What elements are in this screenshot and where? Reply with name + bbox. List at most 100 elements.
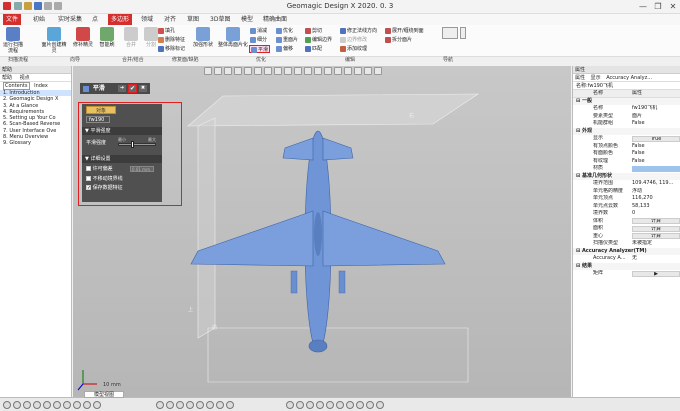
property-row[interactable]: 扫描仪类型 未被指定 (573, 240, 680, 248)
property-row[interactable]: 名称 fw190飞机 (573, 105, 680, 113)
snap-icon[interactable] (286, 401, 294, 409)
tab-index[interactable]: Index (34, 83, 48, 89)
property-value[interactable]: False (632, 143, 680, 151)
grid-icon[interactable] (346, 401, 354, 409)
fill-holes-button[interactable]: 填孔 (158, 27, 175, 35)
property-value[interactable]: 0 (632, 210, 680, 218)
tab-3d-sketch[interactable]: 3D草图 (207, 14, 233, 25)
property-value[interactable]: 58,133 (632, 203, 680, 211)
match-button[interactable]: 匹配 (305, 45, 322, 53)
property-value[interactable]: 116,270 (632, 195, 680, 203)
option-keep-features[interactable]: ✓ 保存数据特征 (86, 184, 158, 192)
property-value[interactable]: fw190飞机 (632, 105, 680, 113)
decimate-button[interactable]: 消减 (250, 27, 267, 35)
lock-icon[interactable] (316, 401, 324, 409)
edit-boundary-button[interactable]: 编辑边界 (305, 36, 332, 44)
property-value[interactable]: False (632, 150, 680, 158)
property-row[interactable]: 要素类型 面片 (573, 113, 680, 121)
select-through-icon[interactable] (83, 401, 91, 409)
select-lasso-icon[interactable] (33, 401, 41, 409)
tab-polygon[interactable]: 多边形 (108, 14, 133, 25)
light-icon[interactable] (306, 401, 314, 409)
property-section[interactable]: ⊟ 结果 (573, 262, 680, 270)
select-brush-icon[interactable] (53, 401, 61, 409)
property-value[interactable]: 计算 (632, 233, 680, 239)
tab-properties[interactable]: 属性 (575, 75, 585, 81)
remove-feature-button[interactable]: 删除特征 (158, 36, 185, 44)
property-row[interactable]: 境界范围 109.4746, 119... (573, 180, 680, 188)
tab-live-capture[interactable]: 实时采集 (55, 14, 85, 25)
property-row[interactable]: 单元顶点 116,270 (573, 195, 680, 203)
tab-sketch[interactable]: 草图 (184, 14, 202, 25)
filter-edge-icon[interactable] (216, 401, 224, 409)
option-allow-deviation[interactable]: 许可偏差 0.01 mm (86, 165, 158, 173)
select-mode-icon[interactable] (3, 401, 11, 409)
subdivide-button[interactable]: 细分 (250, 36, 267, 44)
property-row[interactable]: 单元点云数 58,133 (573, 203, 680, 211)
property-value[interactable]: 浮动 (632, 188, 680, 196)
add-texture-button[interactable]: 添加纹理 (340, 45, 367, 53)
property-row[interactable]: 有纹理 False (573, 158, 680, 166)
property-value[interactable]: 计算 (632, 225, 680, 232)
tab-point[interactable]: 点 (89, 14, 101, 25)
property-value[interactable]: 计算 (632, 218, 680, 224)
tab-contents[interactable]: Contents (3, 82, 30, 90)
merge-button[interactable]: 合并 (120, 27, 142, 48)
help-icon[interactable] (326, 401, 334, 409)
optimize-button[interactable]: 优化 (276, 27, 293, 35)
tab-exact-surface[interactable]: 精确曲面 (260, 14, 290, 25)
smooth-button[interactable]: 平滑 (249, 45, 271, 53)
mesh-wizard-button[interactable]: 面片创建精灵 (40, 27, 68, 54)
offset-button[interactable]: 偏移 (276, 45, 293, 53)
filter-face-icon[interactable] (206, 401, 214, 409)
target-value[interactable]: fw190飞机 (86, 116, 110, 123)
navigation-arrow-icon[interactable] (460, 27, 466, 39)
tab-region[interactable]: 领域 (138, 14, 156, 25)
model-viewport[interactable]: 上 右 前 10 mm 平滑 ➜ ✔ ✖ 对象 fw190飞机 ▼ 平滑强度 平… (73, 66, 571, 397)
scale-icon[interactable] (356, 401, 364, 409)
checkbox-fix-boundary[interactable] (86, 176, 91, 181)
select-visible-icon[interactable] (93, 401, 101, 409)
select-poly-icon[interactable] (23, 401, 31, 409)
filter-points-icon[interactable] (156, 401, 164, 409)
property-row[interactable]: 显示 True (573, 135, 680, 143)
select-rect-icon[interactable] (13, 401, 21, 409)
property-value[interactable]: ▶ (632, 270, 680, 277)
split-mesh-button[interactable]: 拆分面片 (385, 36, 412, 44)
deviation-input[interactable]: 0.01 mm (130, 166, 154, 172)
tab-help[interactable]: 帮助 (2, 75, 12, 81)
smooth-slider-thumb[interactable] (131, 141, 135, 148)
property-section[interactable]: ⊟ 外观 (573, 127, 680, 135)
settings-icon[interactable] (376, 401, 384, 409)
run-scan-flow-button[interactable]: 运行扫描流程 (2, 27, 24, 54)
model-view-tab[interactable]: 模型视图 (84, 391, 124, 398)
property-value[interactable]: 109.4746, 119... (632, 180, 680, 188)
ok-check-button[interactable]: ✔ (128, 84, 137, 93)
property-value[interactable]: 面片 (632, 113, 680, 121)
section-detail-header[interactable]: ▼ 详细设置 (82, 155, 162, 163)
filter-mesh-icon[interactable] (166, 401, 174, 409)
property-value[interactable]: 未被指定 (632, 240, 680, 248)
remesh-button[interactable]: 重面片 (276, 36, 298, 44)
property-value[interactable] (632, 166, 680, 172)
remove-markers-button[interactable]: 移除标记 (158, 45, 185, 53)
property-row[interactable]: 有顶点颜色 False (573, 143, 680, 151)
property-row[interactable]: 单元格的精度 浮动 (573, 188, 680, 196)
filter-sketch-icon[interactable] (186, 401, 194, 409)
filter-vertex-icon[interactable] (226, 401, 234, 409)
filter-body-icon[interactable] (196, 401, 204, 409)
property-row[interactable]: 重心 计算 (573, 233, 680, 241)
property-row[interactable]: 机能群组 False (573, 120, 680, 128)
property-value[interactable]: False (632, 120, 680, 128)
smooth-slider-track[interactable] (118, 143, 156, 146)
property-row[interactable]: 体积 计算 (573, 218, 680, 226)
property-section[interactable]: ⊟ 基准几何形状 (573, 172, 680, 180)
property-section[interactable]: ⊟ 一般 (573, 97, 680, 105)
fix-normals-button[interactable]: 修正法线方向 (340, 27, 377, 35)
tab-home[interactable]: 初始 (30, 14, 48, 25)
property-row[interactable]: 境界数 0 (573, 210, 680, 218)
property-row[interactable]: 面积 计算 (573, 225, 680, 233)
property-value[interactable]: True (632, 135, 680, 142)
property-row[interactable]: 材质 (573, 165, 680, 173)
property-row[interactable]: 有面颜色 False (573, 150, 680, 158)
